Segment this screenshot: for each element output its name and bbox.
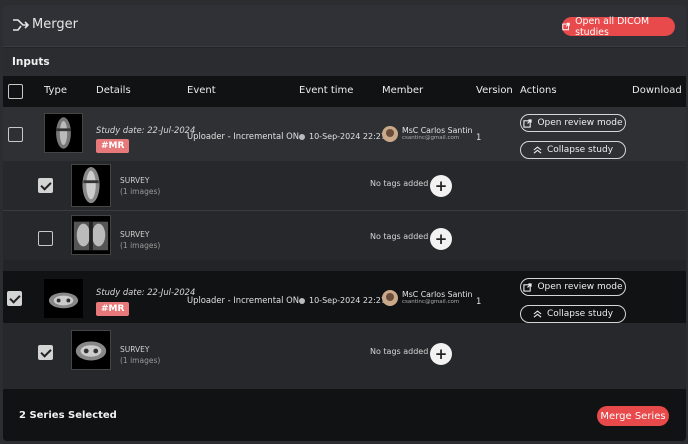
col-version: Version: [476, 85, 513, 96]
col-actions: Actions: [520, 85, 557, 96]
avatar: [382, 126, 398, 142]
avatar: [382, 290, 398, 306]
member-name: MsC Carlos Santin: [402, 290, 473, 299]
study-checkbox[interactable]: [7, 291, 22, 306]
series-row: SURVEY (1 images) No tags added +: [3, 323, 686, 389]
event-time: 10-Sep-2024 22:27: [299, 132, 386, 141]
clock-icon: [299, 297, 305, 304]
add-tag-button[interactable]: +: [430, 228, 452, 250]
study-row: Study date: 22-Jul-2024 #MR Uploader - I…: [3, 271, 686, 323]
series-row: SURVEY (1 images) No tags added +: [3, 161, 686, 210]
select-all-checkbox[interactable]: [8, 84, 23, 99]
version: 1: [476, 132, 482, 142]
col-details: Details: [96, 85, 131, 96]
merge-series-label: Merge Series: [600, 410, 666, 422]
series-thumbnail[interactable]: [71, 330, 111, 370]
open-review-button[interactable]: Open review mode: [520, 114, 626, 132]
member: MsC Carlos Santin csantinc@gmail.com: [382, 126, 472, 142]
inputs-section-header: Inputs: [3, 48, 686, 76]
series-checkbox[interactable]: [38, 231, 53, 246]
study-row: Study date: 22-Jul-2024 #MR Uploader - I…: [3, 107, 686, 161]
top-bar: Merger Open all DICOM studies: [3, 5, 686, 47]
series-count: (1 images): [120, 241, 161, 250]
collapse-label: Collapse study: [546, 309, 614, 319]
merge-arrows-icon: [13, 19, 30, 31]
member-email: csantinc@gmail.com: [402, 299, 460, 305]
member-email: csantinc@gmail.com: [402, 135, 460, 141]
series-thumbnail[interactable]: [71, 164, 111, 207]
page-title: Merger: [32, 17, 78, 32]
chevron-up-icon: [533, 310, 542, 318]
col-event-time: Event time: [299, 85, 354, 96]
collapse-label: Collapse study: [546, 145, 614, 155]
study-date: Study date: 22-Jul-2024: [96, 125, 196, 135]
selection-count: 2 Series Selected: [19, 410, 117, 421]
event-time-text: 10-Sep-2024 22:27: [309, 296, 386, 305]
collapse-study-button[interactable]: Collapse study: [520, 305, 626, 323]
col-member: Member: [382, 85, 424, 96]
external-link-icon: [562, 22, 570, 31]
study-thumbnail[interactable]: [44, 113, 83, 153]
open-all-dicom-button[interactable]: Open all DICOM studies: [562, 15, 675, 38]
open-all-label: Open all DICOM studies: [575, 15, 650, 38]
study-date: Study date: 22-Jul-2024: [96, 287, 196, 297]
merge-series-button[interactable]: Merge Series: [597, 406, 669, 426]
no-tags-text: No tags added: [370, 232, 429, 241]
open-review-label: Open review mode: [537, 282, 623, 292]
series-thumbnail[interactable]: [71, 215, 111, 255]
series-name: SURVEY: [120, 176, 150, 185]
col-download: Download: [632, 85, 682, 96]
version: 1: [476, 296, 482, 306]
series-checkbox[interactable]: [38, 345, 53, 360]
merger-panel: Merger Open all DICOM studies Inputs Typ…: [3, 5, 686, 441]
clock-icon: [299, 133, 305, 140]
modality-tag: #MR: [96, 139, 130, 153]
event-text: Uploader - Incremental ON: [187, 295, 299, 305]
study-thumbnail[interactable]: [44, 279, 83, 318]
chevron-up-icon: [533, 146, 542, 154]
col-event: Event: [187, 85, 216, 96]
event-time-text: 10-Sep-2024 22:27: [309, 132, 386, 141]
footer-bar: 2 Series Selected Merge Series: [3, 389, 686, 441]
member-name: MsC Carlos Santin: [402, 126, 473, 135]
add-tag-button[interactable]: +: [430, 175, 452, 197]
series-count: (1 images): [120, 356, 161, 365]
event-text: Uploader - Incremental ON: [187, 131, 299, 141]
modality-tag: #MR: [96, 302, 130, 316]
series-name: SURVEY: [120, 230, 150, 239]
series-name: SURVEY: [120, 345, 150, 354]
series-count: (1 images): [120, 187, 161, 196]
add-tag-button[interactable]: +: [430, 343, 452, 365]
col-type: Type: [44, 85, 67, 96]
no-tags-text: No tags added: [370, 347, 429, 356]
study-checkbox[interactable]: [8, 127, 23, 142]
event-time: 10-Sep-2024 22:27: [299, 296, 386, 305]
series-row: SURVEY (1 images) No tags added +: [3, 211, 686, 260]
table-header: Type Details Event Event time Member Ver…: [3, 76, 686, 107]
open-review-button[interactable]: Open review mode: [520, 278, 626, 296]
member: MsC Carlos Santin csantinc@gmail.com: [382, 290, 472, 306]
collapse-study-button[interactable]: Collapse study: [520, 141, 626, 159]
inputs-label: Inputs: [12, 56, 50, 68]
series-checkbox[interactable]: [38, 178, 53, 193]
open-review-label: Open review mode: [537, 118, 623, 128]
no-tags-text: No tags added: [370, 179, 429, 188]
external-link-icon: [523, 118, 533, 128]
external-link-icon: [523, 282, 533, 292]
